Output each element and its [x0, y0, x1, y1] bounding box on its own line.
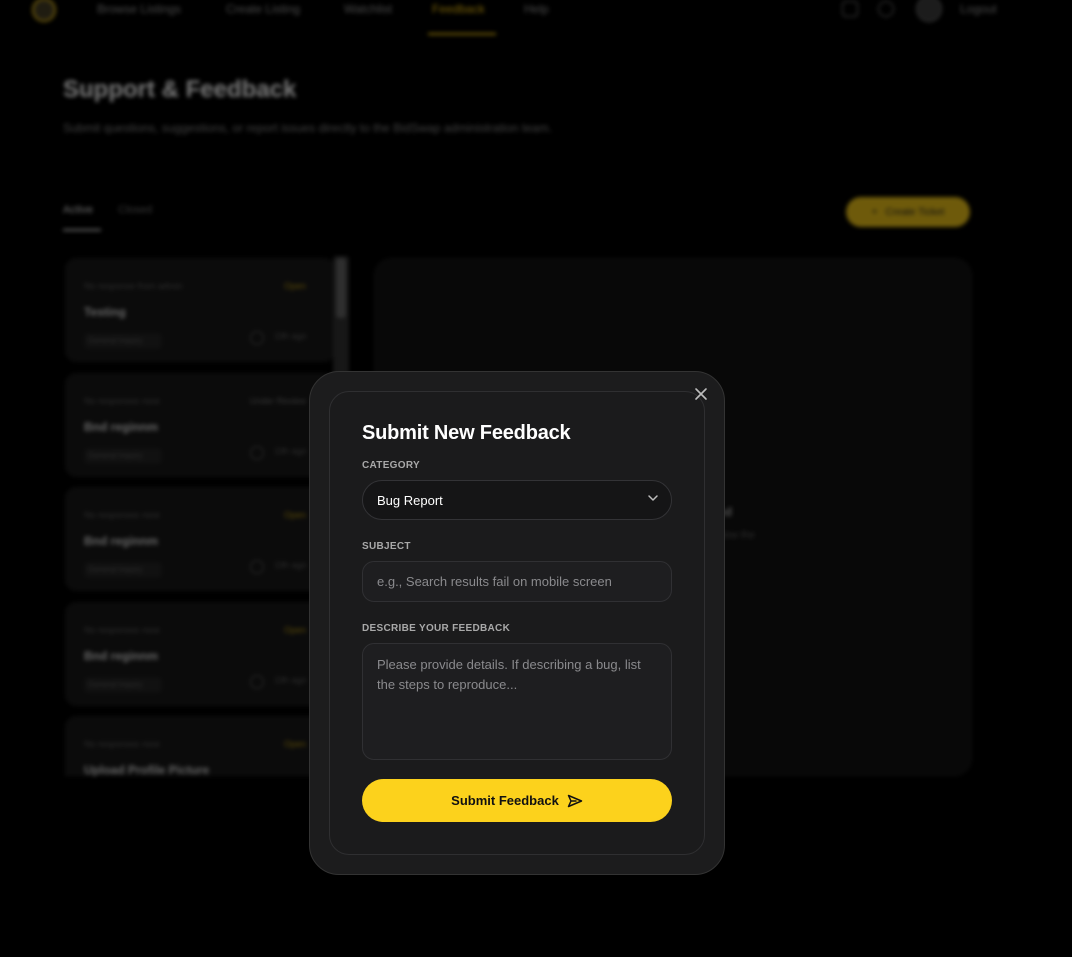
- ticket-status: Open: [283, 281, 306, 291]
- ticket-meta: No responses nore: [84, 739, 161, 749]
- clock-icon: [250, 675, 264, 689]
- send-icon: [567, 794, 583, 807]
- ticket-category: General Inquiry: [84, 333, 162, 349]
- scrollbar-thumb[interactable]: [336, 258, 346, 318]
- submit-feedback-button[interactable]: Submit Feedback: [362, 779, 672, 822]
- top-navigation: Browse Listings Create Listing Watchlist…: [0, 0, 1072, 36]
- ticket-status: Open: [283, 739, 306, 749]
- ticket-title: Bnd reginnm: [84, 534, 158, 548]
- ticket-card[interactable]: No responses nore Open Upload Profile Pi…: [65, 716, 335, 777]
- ticket-category: General Inquiry: [84, 448, 162, 464]
- chevron-down-icon: [648, 495, 658, 501]
- ticket-meta: No responses nore: [84, 510, 161, 520]
- ticket-time: 19h ago: [274, 331, 307, 341]
- nav-link-create[interactable]: Create Listing: [226, 2, 300, 16]
- ticket-status: Open: [283, 625, 306, 635]
- brand-logo: [32, 0, 56, 22]
- clock-icon: [250, 331, 264, 345]
- ticket-card[interactable]: No response from admin Open Testing Gene…: [65, 258, 335, 362]
- plus-icon: +: [871, 206, 878, 218]
- create-ticket-label: Create Ticket: [885, 206, 945, 218]
- clock-icon: [250, 560, 264, 574]
- clock-icon: [250, 446, 264, 460]
- nav-link-feedback[interactable]: Feedback: [432, 2, 485, 16]
- nav-link-watchlist[interactable]: Watchlist: [344, 2, 392, 16]
- subject-input[interactable]: [362, 561, 672, 602]
- description-textarea[interactable]: [362, 643, 672, 760]
- category-selected-value: Bug Report: [377, 492, 443, 508]
- ticket-meta: No responses nore: [84, 396, 161, 406]
- ticket-status: Under Review: [249, 396, 306, 406]
- page-title: Support & Feedback: [63, 76, 297, 103]
- ticket-title: Testing: [84, 305, 126, 319]
- submit-feedback-label: Submit Feedback: [451, 793, 559, 808]
- settings-icon[interactable]: [878, 1, 894, 17]
- ticket-time: 19h ago: [274, 446, 307, 456]
- category-label: CATEGORY: [362, 460, 420, 471]
- subject-label: SUBJECT: [362, 541, 411, 552]
- ticket-title: Upload Profile Picture: [84, 763, 210, 777]
- ticket-card[interactable]: No responses nore Open Bnd reginnm Gener…: [65, 487, 335, 591]
- description-label: DESCRIBE YOUR FEEDBACK: [362, 623, 511, 634]
- ticket-card[interactable]: No responses nore Under Review Bnd regin…: [65, 373, 335, 477]
- close-icon: [695, 388, 707, 400]
- ticket-meta: No response from admin: [84, 281, 183, 291]
- modal-title: Submit New Feedback: [362, 422, 571, 444]
- ticket-time: 19h ago: [274, 560, 307, 570]
- ticket-title: Bnd reginnm: [84, 420, 158, 434]
- create-ticket-button[interactable]: + Create Ticket: [846, 197, 970, 227]
- nav-link-help[interactable]: Help: [524, 2, 549, 16]
- tab-closed[interactable]: Closed: [118, 204, 152, 216]
- ticket-time: 19h ago: [274, 675, 307, 685]
- tab-active-indicator: [63, 229, 101, 231]
- notification-icon[interactable]: [842, 1, 858, 17]
- user-avatar[interactable]: [916, 0, 942, 22]
- category-select[interactable]: Bug Report: [362, 480, 672, 520]
- ticket-status: Open: [283, 510, 306, 520]
- nav-link-browse[interactable]: Browse Listings: [97, 2, 181, 16]
- ticket-title: Bnd reginnm: [84, 649, 158, 663]
- ticket-category: General Inquiry: [84, 677, 162, 693]
- ticket-meta: No responses nore: [84, 625, 161, 635]
- tab-active[interactable]: Active: [63, 204, 93, 216]
- page-subtitle: Submit questions, suggestions, or report…: [63, 121, 552, 135]
- nav-active-indicator: [428, 33, 496, 35]
- close-modal-button[interactable]: [691, 384, 711, 404]
- logout-link[interactable]: Logout: [960, 2, 997, 16]
- ticket-card[interactable]: No responses nore Open Bnd reginnm Gener…: [65, 602, 335, 706]
- ticket-category: General Inquiry: [84, 562, 162, 578]
